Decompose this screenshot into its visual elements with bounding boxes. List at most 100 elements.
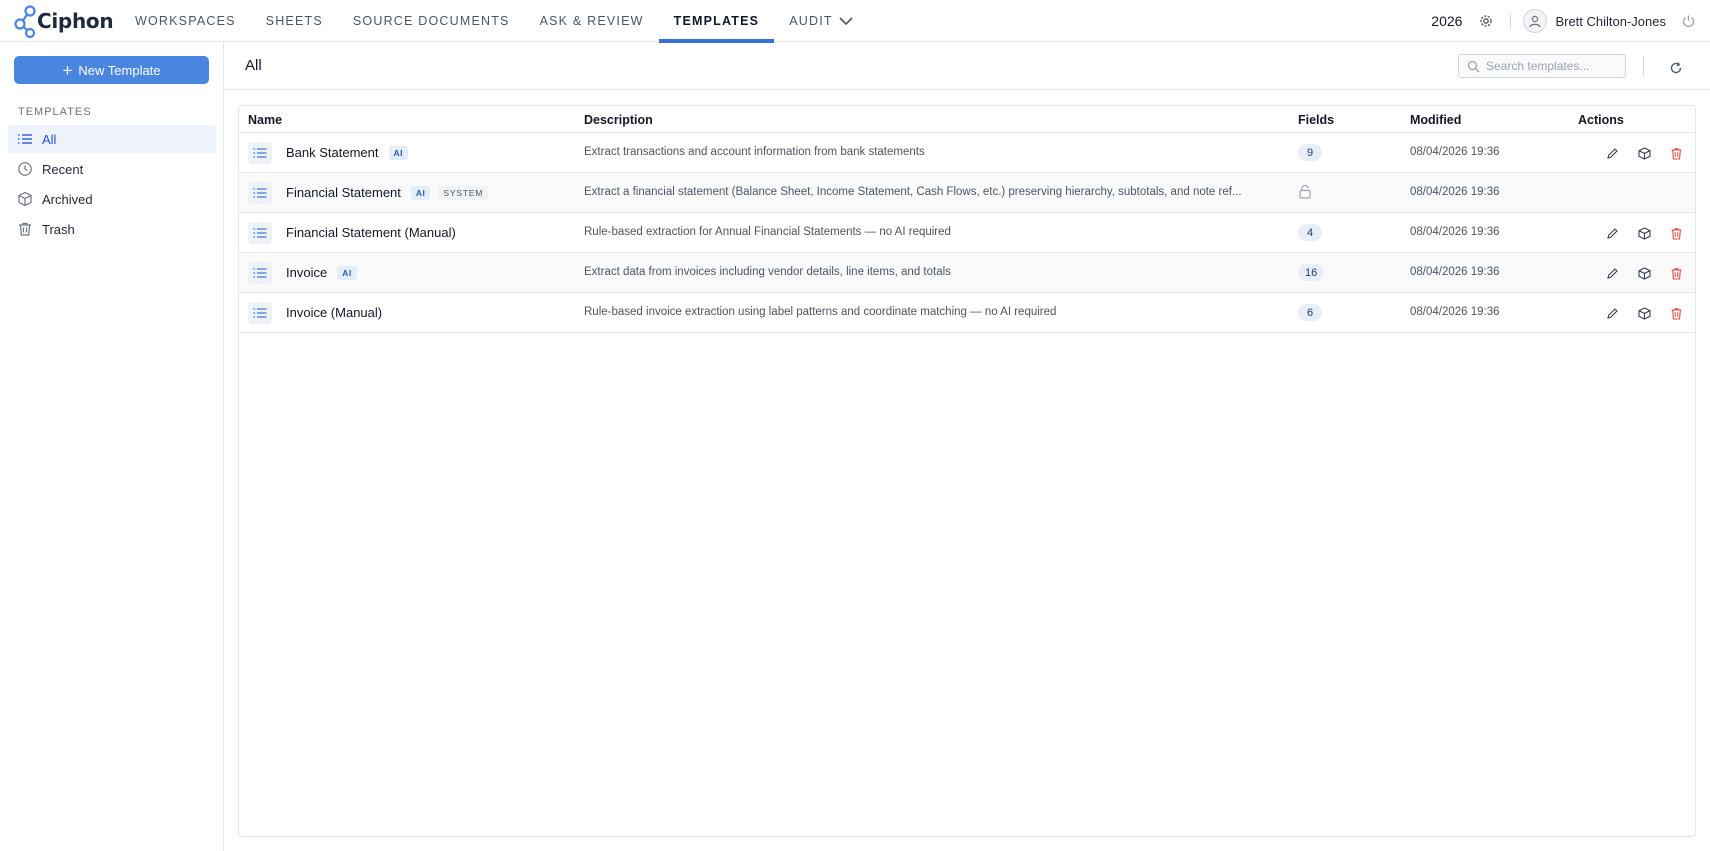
- app-logo[interactable]: Ciphon: [13, 3, 114, 39]
- template-list-icon: [248, 262, 272, 284]
- sidebar-heading: TEMPLATES: [18, 106, 92, 118]
- nav-label: SOURCE DOCUMENTS: [352, 14, 510, 28]
- new-template-button[interactable]: + New Template: [14, 56, 209, 84]
- table-row[interactable]: Invoice (Manual) Rule-based invoice extra…: [239, 293, 1695, 333]
- year-selector[interactable]: 2026: [1431, 13, 1462, 29]
- sidebar: + New Template TEMPLATES All Recent Arch…: [0, 42, 224, 851]
- nav-ask-review[interactable]: ASK & REVIEW: [525, 0, 659, 42]
- user-icon: [1529, 15, 1542, 28]
- top-right-controls: 2026 Brett Chilton-Jones: [1431, 0, 1710, 42]
- column-header-description[interactable]: Description: [584, 113, 653, 127]
- template-name[interactable]: Financial Statement AI SYSTEM: [286, 185, 489, 200]
- trash-icon: [17, 221, 33, 237]
- avatar[interactable]: [1523, 9, 1548, 33]
- divider: [1643, 56, 1644, 76]
- box-icon: [17, 191, 33, 207]
- table-row[interactable]: Financial Statement (Manual) Rule-based e…: [239, 213, 1695, 253]
- system-badge: SYSTEM: [438, 185, 489, 200]
- sidebar-item-archived[interactable]: Archived: [8, 185, 216, 213]
- archive-icon[interactable]: [1635, 264, 1653, 282]
- table-row[interactable]: Bank Statement AI Extract transactions and…: [239, 133, 1695, 173]
- sidebar-item-label: Archived: [42, 191, 93, 207]
- edit-icon[interactable]: [1603, 224, 1621, 242]
- template-list-icon: [248, 182, 272, 204]
- nav-label: TEMPLATES: [673, 14, 760, 28]
- nav-label: WORKSPACES: [135, 14, 236, 28]
- sidebar-item-trash[interactable]: Trash: [8, 215, 216, 243]
- delete-icon[interactable]: [1667, 144, 1685, 162]
- ciphon-logo-icon: [14, 5, 36, 38]
- column-header-name[interactable]: Name: [248, 113, 282, 127]
- sidebar-item-all[interactable]: All: [8, 125, 216, 153]
- templates-table: Name Description Fields Modified Actions…: [238, 105, 1696, 837]
- user-name[interactable]: Brett Chilton-Jones: [1555, 14, 1666, 29]
- modified-date: 08/04/2026 19:36: [1410, 146, 1500, 158]
- template-list-icon: [248, 142, 272, 164]
- edit-icon[interactable]: [1603, 264, 1621, 282]
- row-actions: [1603, 264, 1699, 282]
- nav-label: ASK & REVIEW: [539, 14, 644, 28]
- nav-templates[interactable]: TEMPLATES: [658, 0, 775, 43]
- nav-sheets[interactable]: SHEETS: [251, 0, 338, 42]
- row-actions: [1603, 144, 1699, 162]
- column-header-fields[interactable]: Fields: [1298, 113, 1334, 127]
- lock-icon: [1298, 184, 1312, 202]
- power-icon[interactable]: [1676, 9, 1700, 33]
- modified-date: 08/04/2026 19:36: [1410, 306, 1500, 318]
- nav-label: SHEETS: [265, 14, 323, 28]
- template-description: Extract a financial statement (Balance S…: [584, 186, 1242, 198]
- search-box[interactable]: [1458, 54, 1626, 78]
- nav-audit[interactable]: AUDIT: [774, 0, 868, 42]
- template-description: Rule-based invoice extraction using labe…: [584, 306, 1057, 318]
- template-name-text: Financial Statement: [286, 185, 401, 200]
- delete-icon[interactable]: [1667, 264, 1685, 282]
- ai-badge: AI: [410, 185, 431, 200]
- main-nav: WORKSPACES SHEETS SOURCE DOCUMENTS ASK &…: [120, 0, 868, 43]
- fields-count-badge: 6: [1298, 304, 1322, 321]
- search-icon: [1467, 60, 1480, 72]
- archive-icon[interactable]: [1635, 304, 1653, 322]
- table-row[interactable]: Financial Statement AI SYSTEM Extract a fin…: [239, 173, 1695, 213]
- nav-source-documents[interactable]: SOURCE DOCUMENTS: [338, 0, 525, 42]
- gear-icon[interactable]: [1474, 9, 1498, 33]
- table-header: Name Description Fields Modified Actions: [239, 106, 1695, 133]
- refresh-icon[interactable]: [1664, 56, 1688, 80]
- delete-icon[interactable]: [1667, 304, 1685, 322]
- template-name[interactable]: Financial Statement (Manual): [286, 225, 456, 240]
- template-name[interactable]: Invoice AI: [286, 265, 357, 280]
- template-name-text: Bank Statement: [286, 145, 379, 160]
- template-name[interactable]: Invoice (Manual): [286, 305, 382, 320]
- archive-icon[interactable]: [1635, 144, 1653, 162]
- edit-icon[interactable]: [1603, 304, 1621, 322]
- template-name-text: Invoice: [286, 265, 328, 280]
- template-name-text: Financial Statement (Manual): [286, 225, 456, 240]
- plus-icon: +: [62, 60, 73, 80]
- table-row[interactable]: Invoice AI Extract data from invoices incl…: [239, 253, 1695, 293]
- edit-icon[interactable]: [1603, 144, 1621, 162]
- sidebar-item-label: Recent: [42, 161, 84, 177]
- app-name: Ciphon: [37, 9, 114, 33]
- row-actions: [1603, 304, 1699, 322]
- template-list-icon: [248, 302, 272, 324]
- fields-count-badge: 4: [1298, 224, 1322, 241]
- ai-badge: AI: [388, 145, 408, 160]
- delete-icon[interactable]: [1667, 224, 1685, 242]
- top-bar: Ciphon WORKSPACES SHEETS SOURCE DOCUMENT…: [0, 0, 1710, 43]
- search-input[interactable]: [1486, 59, 1621, 73]
- archive-icon[interactable]: [1635, 224, 1653, 242]
- page-title: All: [245, 57, 262, 74]
- divider: [1510, 13, 1512, 29]
- clock-icon: [17, 161, 33, 177]
- nav-workspaces[interactable]: WORKSPACES: [120, 0, 251, 42]
- column-header-modified[interactable]: Modified: [1410, 113, 1461, 127]
- sidebar-item-label: All: [42, 131, 57, 147]
- chevron-down-icon: [839, 16, 853, 26]
- modified-date: 08/04/2026 19:36: [1410, 266, 1500, 278]
- fields-count-badge: 16: [1298, 264, 1325, 281]
- sidebar-item-recent[interactable]: Recent: [8, 155, 216, 183]
- template-name[interactable]: Bank Statement AI: [286, 145, 408, 160]
- button-label: New Template: [78, 62, 161, 78]
- modified-date: 08/04/2026 19:36: [1410, 226, 1500, 238]
- template-list-icon: [248, 222, 272, 244]
- ai-badge: AI: [337, 265, 357, 280]
